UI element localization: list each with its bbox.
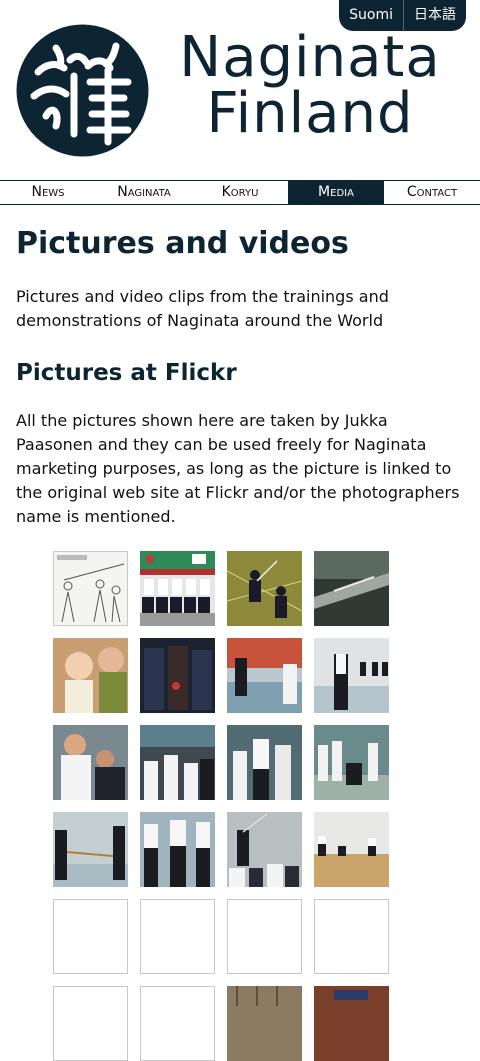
photo-thumbnail-placeholder[interactable] [140, 986, 215, 1061]
hall-ceiling-image [227, 986, 302, 1061]
site-logo[interactable] [16, 24, 149, 157]
site-title-line-2: Finland [206, 81, 414, 146]
group-photo-image [140, 551, 215, 626]
photo-thumbnail[interactable] [314, 551, 389, 626]
baby-photo-image [53, 638, 128, 713]
photo-thumbnail-placeholder[interactable] [53, 986, 128, 1061]
photo-thumbnail[interactable] [227, 986, 302, 1061]
site-title-line-1: Naginata [179, 25, 441, 90]
photo-thumbnail[interactable] [53, 638, 128, 713]
photo-thumbnail-placeholder[interactable] [227, 899, 302, 974]
match-photo-image [227, 551, 302, 626]
blade-closeup-image [314, 551, 389, 626]
instructors-image [227, 725, 302, 800]
photo-thumbnail-placeholder[interactable] [314, 899, 389, 974]
photo-thumbnail[interactable] [140, 551, 215, 626]
instruction-photo-image [53, 725, 128, 800]
photo-thumbnail[interactable] [314, 986, 389, 1061]
photo-thumbnail-placeholder[interactable] [53, 899, 128, 974]
page-title: Pictures and videos [16, 226, 349, 261]
main-nav: News Naginata Koryu Media Contact [0, 180, 480, 205]
nav-item-contact[interactable]: Contact [384, 181, 480, 204]
hall-training-image [314, 638, 389, 713]
bout-image [53, 812, 128, 887]
photo-thumbnail[interactable] [140, 812, 215, 887]
nav-item-media[interactable]: Media [288, 181, 384, 204]
armor-bags-image [140, 638, 215, 713]
nav-item-naginata[interactable]: Naginata [96, 181, 192, 204]
photo-gallery [53, 551, 393, 1061]
intro-text: Pictures and video clips from the traini… [16, 287, 389, 330]
sketch-thumbnail-image [54, 552, 127, 625]
spectators-image [227, 812, 302, 887]
photo-thumbnail[interactable] [53, 812, 128, 887]
photo-thumbnail[interactable] [314, 725, 389, 800]
site-title[interactable]: Naginata Finland [172, 30, 448, 142]
nav-item-news[interactable]: News [0, 181, 96, 204]
photo-thumbnail[interactable] [227, 725, 302, 800]
section-text: All the pictures shown here are taken by… [16, 411, 460, 526]
photo-thumbnail[interactable] [314, 812, 389, 887]
photo-thumbnail-placeholder[interactable] [140, 899, 215, 974]
section-title: Pictures at Flickr [16, 360, 237, 386]
group-practice-image [140, 725, 215, 800]
photo-thumbnail[interactable] [53, 551, 128, 626]
seated-group-image [314, 725, 389, 800]
nav-item-koryu[interactable]: Koryu [192, 181, 288, 204]
photo-thumbnail[interactable] [227, 638, 302, 713]
gym-practice-image [227, 638, 302, 713]
line-up-image [140, 812, 215, 887]
photo-thumbnail[interactable] [140, 638, 215, 713]
photo-thumbnail[interactable] [53, 725, 128, 800]
photo-thumbnail[interactable] [140, 725, 215, 800]
photo-thumbnail[interactable] [227, 551, 302, 626]
photo-thumbnail[interactable] [227, 812, 302, 887]
kanji-brush-logo-icon [16, 24, 149, 157]
seated-practice-image [314, 812, 389, 887]
photo-thumbnail[interactable] [314, 638, 389, 713]
dojo-wall-image [314, 986, 389, 1061]
